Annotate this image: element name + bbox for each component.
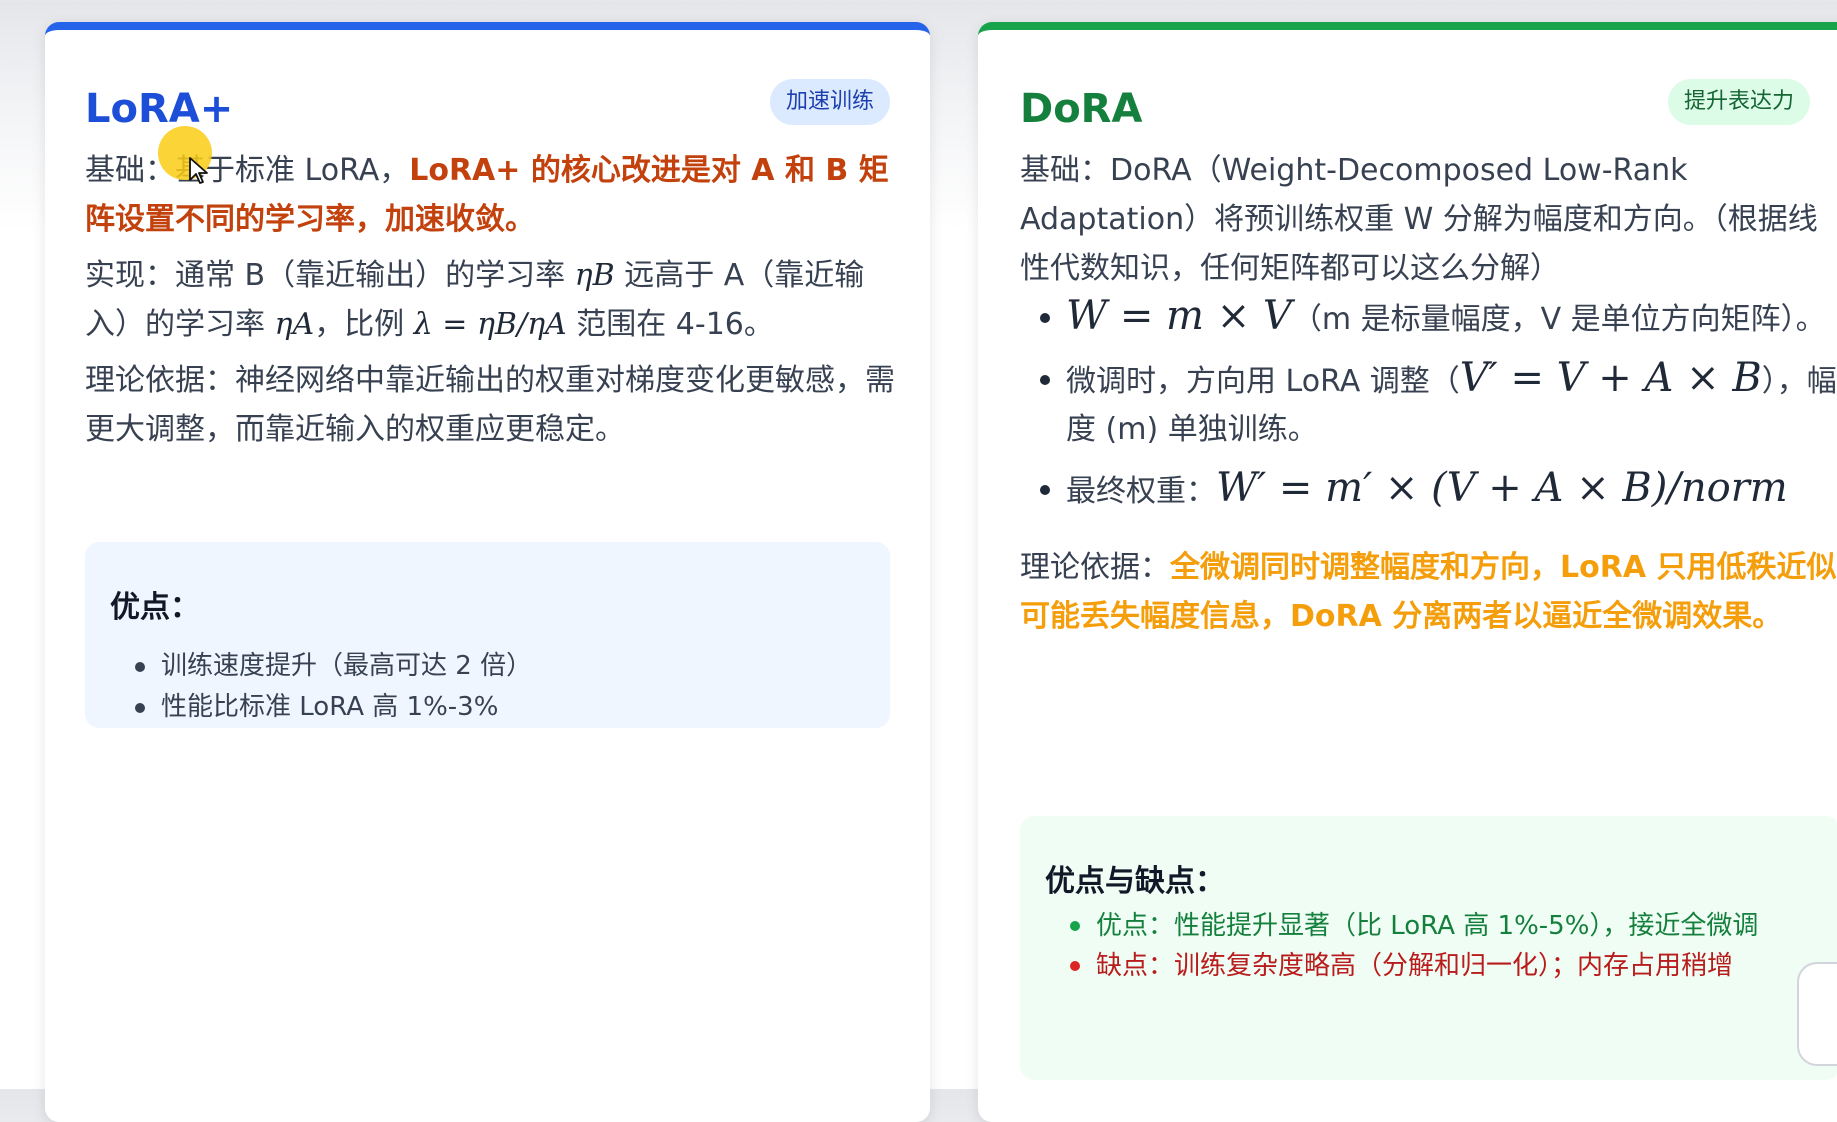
advantage-text: 性能比标准 LoRA 高 1%-3% [161, 692, 499, 722]
lora-plus-theory: 理论依据：神经网络中靠近输出的权重对梯度变化更敏感，需更大调整，而靠近输入的权重… [85, 356, 895, 454]
impl-text: 通常 B（靠近输出）的学习率 [175, 258, 575, 293]
basis-text: DoRA（Weight-Decomposed Low-Rank Adaptati… [1020, 153, 1818, 286]
direction-update-formula: V′ = V + A × B [1459, 355, 1762, 401]
bullet-dot [1040, 313, 1050, 323]
basis-label: 基础： [1020, 153, 1110, 188]
eta-b-formula: ηB [574, 258, 615, 293]
impl-text: 范围在 4-16。 [566, 307, 774, 342]
lora-plus-card: LoRA+ 加速训练 基础：基于标准 LoRA，LoRA+ 的核心改进是对 A … [45, 22, 930, 1122]
impl-text: ，比例 [314, 307, 414, 342]
list-item: 微调时，方向用 LoRA 调整（V′ = V + A × B），幅度 (m) 单… [1020, 354, 1837, 454]
mouse-pointer-icon [189, 157, 208, 184]
bullet-dot [1040, 485, 1050, 495]
dora-badge: 提升表达力 [1668, 79, 1811, 125]
eta-a-formula: ηA [274, 307, 315, 342]
dora-basis: 基础：DoRA（Weight-Decomposed Low-Rank Adapt… [1020, 146, 1837, 293]
lora-plus-implementation: 实现：通常 B（靠近输出）的学习率 ηB 远高于 A（靠近输入）的学习率 ηA，… [85, 251, 895, 349]
dora-theory: 理论依据：全微调同时调整幅度和方向，LoRA 只用低秩近似可能丢失幅度信息，Do… [1020, 543, 1837, 641]
pro-text: 优点：性能提升显著（比 LoRA 高 1%-5%），接近全微调 [1096, 911, 1759, 941]
bullet-text: 最终权重： [1066, 474, 1216, 509]
dora-card: DoRA 提升表达力 基础：DoRA（Weight-Decomposed Low… [978, 22, 1837, 1122]
impl-label: 实现： [85, 258, 175, 293]
floating-widget[interactable] [1797, 962, 1837, 1066]
decomposition-formula: W = m × V [1066, 293, 1292, 339]
list-item: 训练速度提升（最高可达 2 倍） [133, 646, 873, 687]
bullet-dot [135, 662, 145, 672]
list-item: 性能比标准 LoRA 高 1%-3% [133, 687, 873, 728]
lora-plus-badge: 加速训练 [769, 79, 890, 125]
dora-formula-list: W = m × V（m 是标量幅度，V 是单位方向矩阵）。 微调时，方向用 Lo… [1020, 292, 1837, 526]
lambda-formula: λ = ηB/ηA [413, 307, 567, 342]
list-item: W = m × V（m 是标量幅度，V 是单位方向矩阵）。 [1020, 292, 1837, 344]
advantages-box: 优点： 训练速度提升（最高可达 2 倍） 性能比标准 LoRA 高 1%-3% [85, 542, 890, 728]
lora-plus-title: LoRA+ [85, 86, 234, 132]
list-item: 最终权重：W′ = m′ × (V + A × B)/norm [1020, 464, 1837, 516]
pros-cons-box: 优点与缺点： 优点：性能提升显著（比 LoRA 高 1%-5%），接近全微调 缺… [1020, 816, 1837, 1080]
advantages-list: 训练速度提升（最高可达 2 倍） 性能比标准 LoRA 高 1%-3% [133, 646, 873, 728]
con-item: 缺点：训练复杂度略高（分解和归一化）；内存占用稍增 [1068, 946, 1813, 986]
bullet-dot [135, 703, 145, 713]
pros-cons-list: 优点：性能提升显著（比 LoRA 高 1%-5%），接近全微调 缺点：训练复杂度… [1068, 906, 1813, 986]
bullet-dot [1040, 375, 1050, 385]
advantages-title: 优点： [110, 590, 200, 625]
bullet-dot [1070, 961, 1080, 971]
bullet-text: 微调时，方向用 LoRA 调整（ [1066, 364, 1460, 399]
con-text: 缺点：训练复杂度略高（分解和归一化）；内存占用稍增 [1096, 951, 1734, 981]
theory-label: 理论依据： [1020, 550, 1170, 585]
dora-title: DoRA [1020, 86, 1143, 132]
final-weight-formula: W′ = m′ × (V + A × B)/norm [1216, 465, 1788, 511]
pros-cons-title: 优点与缺点： [1045, 864, 1225, 899]
theory-label: 理论依据： [85, 363, 235, 398]
bullet-text: （m 是标量幅度，V 是单位方向矩阵）。 [1291, 302, 1826, 337]
pro-item: 优点：性能提升显著（比 LoRA 高 1%-5%），接近全微调 [1068, 906, 1813, 946]
advantage-text: 训练速度提升（最高可达 2 倍） [161, 651, 533, 681]
bullet-dot [1070, 921, 1080, 931]
